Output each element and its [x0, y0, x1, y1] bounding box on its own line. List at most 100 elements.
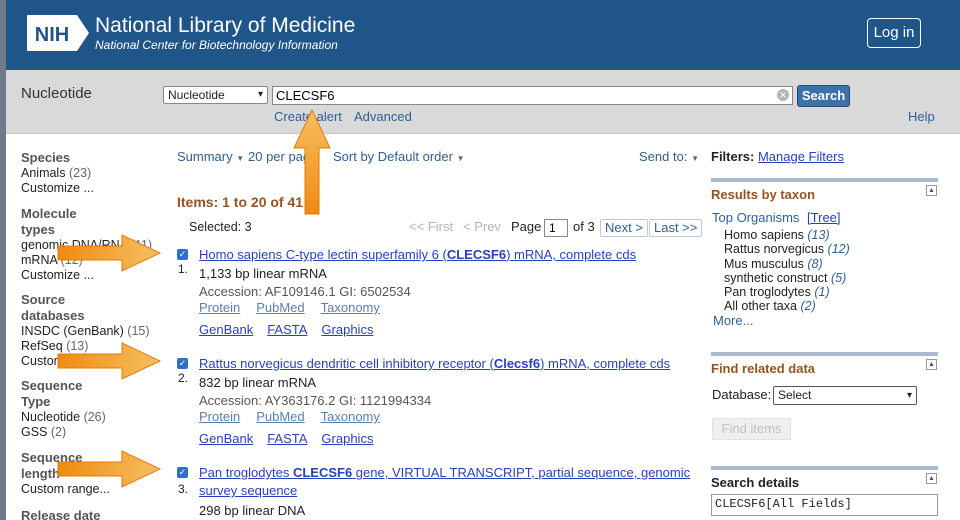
help-link[interactable]: Help [908, 109, 935, 124]
sidebar-heading: Source databases [21, 292, 85, 323]
more-link[interactable]: More... [713, 313, 753, 328]
find-items-button[interactable]: Find items [712, 418, 791, 440]
genbank-link[interactable]: GenBank [199, 322, 253, 337]
clear-icon[interactable]: ✕ [777, 89, 789, 101]
items-count-title: Items: 1 to 20 of 41 [177, 194, 304, 210]
pager-next-button[interactable]: Next > [600, 219, 648, 237]
results-by-taxon-panel: Results by taxon ▲ Top Organisms [Tree] … [711, 178, 938, 328]
collapse-icon[interactable]: ▲ [926, 185, 937, 196]
result-checkbox[interactable]: ✓ [177, 467, 188, 478]
result-number: 3. [178, 482, 189, 496]
result-title-link[interactable]: Rattus norvegicus dendritic cell inhibit… [199, 355, 694, 373]
result-description: 1,133 bp linear mRNA [199, 266, 327, 281]
result-number: 2. [178, 371, 189, 385]
result-title-link[interactable]: Pan troglodytes CLECSF6 gene, VIRTUAL TR… [199, 464, 694, 500]
pager-last-button[interactable]: Last >> [649, 219, 703, 237]
fasta-link[interactable]: FASTA [267, 431, 307, 446]
manage-filters-link[interactable]: Manage Filters [758, 149, 844, 164]
arrow-right-icon [57, 342, 162, 380]
window-edge [0, 0, 6, 520]
chevron-down-icon: ▾ [257, 89, 263, 100]
protein-link[interactable]: Protein [199, 300, 240, 315]
organism-item[interactable]: Pan troglodytes (1) [724, 285, 850, 299]
sidebar-heading: Species [21, 150, 71, 165]
result-related-links: Protein PubMed Taxonomy [199, 300, 396, 315]
find-related-data-panel: Find related data ▲ Database: Select ▾ F… [711, 352, 938, 447]
sidebar-item-nucleotide[interactable]: Nucleotide (26) [21, 410, 161, 425]
sidebar-item-animals[interactable]: Animals (23) [21, 166, 161, 181]
organism-item[interactable]: Rattus norvegicus (12) [724, 242, 850, 256]
sidebar-heading: Release date [21, 508, 101, 520]
nih-logo-text: NIH [35, 24, 69, 46]
login-button[interactable]: Log in [867, 18, 921, 48]
chevron-down-icon: ▾ [906, 390, 912, 401]
fasta-link[interactable]: FASTA [267, 322, 307, 337]
organism-item[interactable]: All other taxa (2) [724, 299, 850, 313]
result-format-links: GenBank FASTA Graphics [199, 431, 387, 446]
send-to-dropdown[interactable]: Send to: ▼ [639, 149, 699, 164]
result-title-link[interactable]: Homo sapiens C-type lectin superfamily 6… [199, 246, 694, 264]
pager-prev: < Prev [463, 219, 501, 234]
pager-of: of 3 [573, 219, 595, 234]
protein-link[interactable]: Protein [199, 409, 240, 424]
top-organisms-tab[interactable]: Top Organisms [712, 210, 799, 225]
search-details-panel: Search details ▲ CLECSF6[All Fields] [711, 466, 938, 520]
result-accession: Accession: AF109146.1 GI: 6502534 [199, 284, 411, 299]
chevron-down-icon: ▼ [456, 154, 465, 163]
result-number: 1. [178, 262, 189, 276]
nih-logo[interactable]: NIH [27, 13, 89, 53]
advanced-link[interactable]: Advanced [354, 109, 412, 124]
sidebar-group-species: Species Animals (23) Customize ... [21, 150, 161, 196]
panel-title: Results by taxon [711, 187, 816, 202]
collapse-icon[interactable]: ▲ [926, 473, 937, 484]
sidebar-item-insdc[interactable]: INSDC (GenBank) (15) [21, 324, 161, 339]
search-button[interactable]: Search [797, 85, 850, 107]
taxonomy-link[interactable]: Taxonomy [321, 300, 380, 315]
sidebar-group-release-date: Release date [21, 508, 161, 520]
graphics-link[interactable]: Graphics [321, 431, 373, 446]
chevron-down-icon: ▼ [236, 154, 245, 163]
organism-item[interactable]: synthetic construct (5) [724, 271, 850, 285]
page-number-input[interactable] [544, 219, 568, 237]
search-bar: Nucleotide Nucleotide ▾ ✕ Search Create … [0, 70, 960, 134]
result-related-links: Protein PubMed Taxonomy [199, 409, 396, 424]
panel-title: Find related data [711, 361, 816, 376]
taxonomy-link[interactable]: Taxonomy [321, 409, 380, 424]
selected-count: Selected: 3 [189, 220, 252, 234]
pubmed-link[interactable]: PubMed [256, 300, 304, 315]
sidebar-item-customize[interactable]: Customize ... [21, 181, 161, 196]
site-title[interactable]: National Library of Medicine [95, 14, 355, 38]
organism-list: Homo sapiens (13) Rattus norvegicus (12)… [724, 228, 850, 314]
sidebar-heading: Sequence Type [21, 378, 83, 409]
sidebar-group-sequence-type: Sequence Type Nucleotide (26) GSS (2) [21, 378, 161, 440]
collapse-icon[interactable]: ▲ [926, 359, 937, 370]
graphics-link[interactable]: Graphics [321, 322, 373, 337]
search-input[interactable] [272, 86, 793, 105]
sort-dropdown[interactable]: Sort by Default order ▼ [333, 149, 465, 164]
related-database-select[interactable]: Select ▾ [773, 386, 917, 405]
database-select[interactable]: Nucleotide ▾ [163, 86, 268, 104]
result-checkbox[interactable]: ✓ [177, 358, 188, 369]
database-label: Database: [712, 387, 772, 402]
result-accession: Accession: AY363176.2 GI: 1121994334 [199, 393, 432, 408]
sidebar-item-gss[interactable]: GSS (2) [21, 425, 161, 440]
site-subtitle: National Center for Biotechnology Inform… [95, 38, 338, 52]
result-checkbox[interactable]: ✓ [177, 249, 188, 260]
database-title: Nucleotide [21, 85, 92, 102]
organism-item[interactable]: Mus musculus (8) [724, 257, 850, 271]
genbank-link[interactable]: GenBank [199, 431, 253, 446]
result-format-links: GenBank FASTA Graphics [199, 322, 387, 337]
organism-item[interactable]: Homo sapiens (13) [724, 228, 850, 242]
database-select-value: Nucleotide [168, 88, 225, 102]
pubmed-link[interactable]: PubMed [256, 409, 304, 424]
search-details-textarea[interactable]: CLECSF6[All Fields] [711, 494, 938, 516]
tree-tab[interactable]: [Tree] [807, 210, 840, 225]
filters-label: Filters: [711, 149, 755, 164]
chevron-down-icon: ▼ [691, 154, 699, 163]
panel-title: Search details [711, 475, 800, 490]
result-description: 832 bp linear mRNA [199, 375, 317, 390]
pager-first: << First [409, 219, 454, 234]
summary-dropdown[interactable]: Summary ▼ [177, 149, 244, 164]
arrow-right-icon [57, 450, 162, 488]
arrow-right-icon [57, 234, 162, 272]
